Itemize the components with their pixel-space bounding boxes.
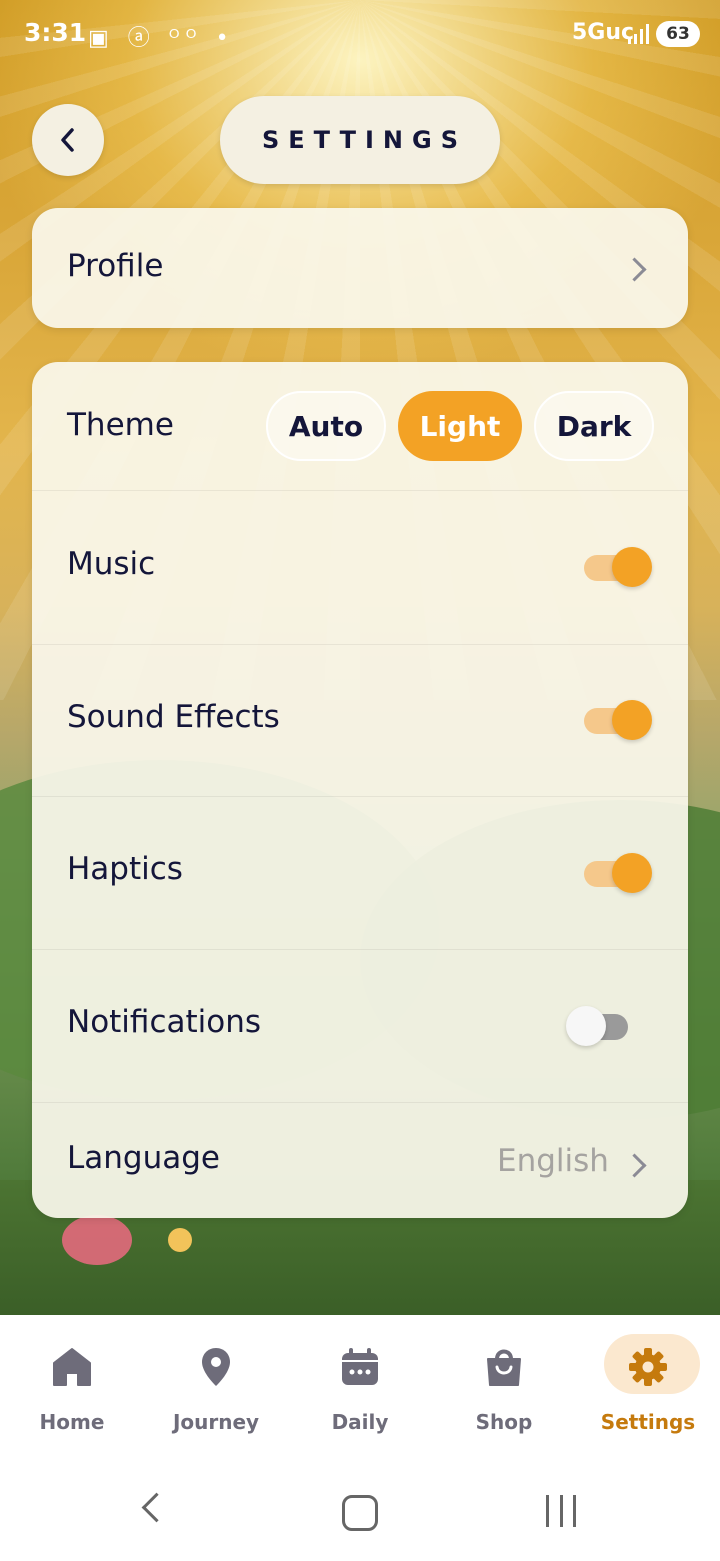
battery-indicator: 63 — [656, 21, 700, 47]
haptics-toggle[interactable] — [584, 853, 652, 893]
tab-home[interactable]: Home — [0, 1315, 144, 1445]
gear-icon — [629, 1348, 667, 1386]
bottom-tab-bar: Home Journey Daily Shop Settings — [0, 1315, 720, 1445]
map-pin-icon — [202, 1348, 230, 1386]
language-value: English — [497, 1143, 609, 1179]
nav-home-icon[interactable] — [342, 1495, 378, 1531]
back-button[interactable] — [32, 104, 104, 176]
status-bar: 3:31 ▣ ⓐ ᴼᴼ • 5Guc 63 — [0, 0, 720, 68]
tab-settings[interactable]: Settings — [576, 1315, 720, 1445]
system-nav-bar — [0, 1445, 720, 1561]
tab-shop[interactable]: Shop — [432, 1315, 576, 1445]
tab-journey-label: Journey — [172, 1410, 260, 1434]
theme-row: Theme Auto Light Dark — [32, 362, 688, 490]
theme-option-auto[interactable]: Auto — [266, 391, 386, 461]
home-icon — [53, 1348, 91, 1386]
haptics-label: Haptics — [67, 851, 183, 887]
shopping-bag-icon — [487, 1349, 521, 1386]
language-label: Language — [67, 1140, 220, 1176]
tab-daily-label: Daily — [331, 1410, 389, 1434]
calendar-icon — [342, 1348, 378, 1385]
sound-effects-row: Sound Effects — [32, 645, 688, 797]
language-row[interactable]: Language English — [32, 1103, 688, 1218]
tab-journey[interactable]: Journey — [144, 1315, 288, 1445]
page-title: SETTINGS — [220, 96, 500, 184]
settings-list: Theme Auto Light Dark Music Sound Effect… — [32, 362, 688, 1218]
sound-effects-label: Sound Effects — [67, 699, 280, 735]
tab-shop-label: Shop — [475, 1410, 533, 1434]
notifications-toggle[interactable] — [566, 1006, 632, 1046]
tab-home-label: Home — [39, 1410, 105, 1434]
haptics-row: Haptics — [32, 797, 688, 949]
nav-back-icon[interactable] — [141, 1492, 172, 1523]
notifications-row: Notifications — [32, 950, 688, 1102]
music-toggle[interactable] — [584, 547, 652, 587]
status-time: 3:31 — [24, 18, 87, 47]
profile-label: Profile — [67, 248, 164, 284]
network-type: 5Guc — [572, 20, 635, 45]
profile-row[interactable]: Profile — [32, 208, 688, 328]
chevron-left-icon — [61, 128, 74, 152]
tab-settings-label: Settings — [600, 1410, 696, 1434]
notifications-label: Notifications — [67, 1004, 262, 1040]
theme-label: Theme — [67, 407, 174, 443]
page-title-text: SETTINGS — [262, 126, 467, 154]
notification-icons: ▣ ⓐ ᴼᴼ • — [88, 26, 235, 51]
music-label: Music — [67, 546, 156, 582]
nav-recent-apps-icon[interactable] — [546, 1495, 576, 1527]
chevron-right-icon — [622, 257, 647, 282]
theme-option-light[interactable]: Light — [398, 391, 522, 461]
tab-daily[interactable]: Daily — [288, 1315, 432, 1445]
signal-icon — [628, 24, 649, 44]
sound-effects-toggle[interactable] — [584, 700, 652, 740]
chevron-right-icon — [622, 1153, 647, 1178]
theme-option-dark[interactable]: Dark — [534, 391, 654, 461]
music-row: Music — [32, 491, 688, 643]
